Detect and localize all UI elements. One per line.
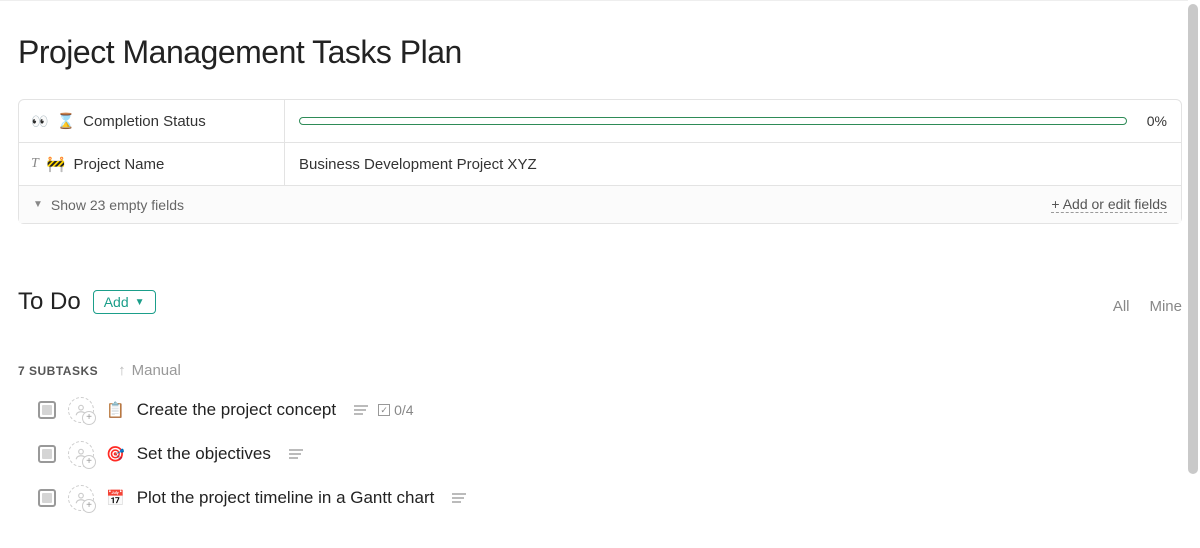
progress-bar: 0% xyxy=(299,113,1167,129)
caret-down-icon: ▼ xyxy=(33,199,43,210)
fields-footer: ▼ Show 23 empty fields + Add or edit fie… xyxy=(19,186,1181,223)
subtasks-header: 7 SUBTASKS ↑ Manual xyxy=(18,362,1182,379)
todo-section-left: To Do Add ▼ xyxy=(18,288,156,316)
assignee-avatar[interactable] xyxy=(68,485,94,511)
task-title: Set the objectives xyxy=(137,444,271,464)
sort-button[interactable]: ↑ Manual xyxy=(118,362,181,379)
task-meta-icons xyxy=(289,449,303,459)
person-icon xyxy=(74,491,88,505)
field-label-completion-status: 👀 ⌛ Completion Status xyxy=(19,100,285,142)
task-checkbox[interactable] xyxy=(38,445,56,463)
vertical-scrollbar[interactable] xyxy=(1188,4,1198,544)
task-emoji-icon: 📅 xyxy=(106,489,125,507)
eyes-icon: 👀 xyxy=(31,113,48,130)
top-divider xyxy=(0,0,1188,1)
fields-table: 👀 ⌛ Completion Status 0% T 🚧 Project Nam… xyxy=(18,99,1182,224)
assignee-avatar[interactable] xyxy=(68,441,94,467)
show-empty-fields-label: Show 23 empty fields xyxy=(51,197,184,213)
task-checkbox[interactable] xyxy=(38,401,56,419)
task-row[interactable]: 🎯 Set the objectives xyxy=(38,441,1182,467)
arrow-up-icon: ↑ xyxy=(118,362,126,379)
subtask-count-text: 0/4 xyxy=(394,402,413,418)
add-button[interactable]: Add ▼ xyxy=(93,290,156,314)
person-icon xyxy=(74,447,88,461)
subtask-count: ✓ 0/4 xyxy=(378,402,413,418)
add-edit-fields-label: + Add or edit fields xyxy=(1051,196,1167,212)
description-icon xyxy=(452,493,466,503)
task-row[interactable]: 📅 Plot the project timeline in a Gantt ch… xyxy=(38,485,1182,511)
subtasks-count: 7 SUBTASKS xyxy=(18,364,98,378)
field-label-project-name: T 🚧 Project Name xyxy=(19,143,285,185)
description-icon xyxy=(289,449,303,459)
field-row-completion-status[interactable]: 👀 ⌛ Completion Status 0% xyxy=(19,100,1181,143)
barrier-icon: 🚧 xyxy=(47,155,66,173)
task-emoji-icon: 📋 xyxy=(106,401,125,419)
assignee-avatar[interactable] xyxy=(68,397,94,423)
task-emoji-icon: 🎯 xyxy=(106,445,125,463)
description-icon xyxy=(354,405,368,415)
text-type-icon: T xyxy=(31,156,39,172)
sort-label: Manual xyxy=(132,362,181,379)
progress-track xyxy=(299,117,1127,125)
todo-title: To Do xyxy=(18,288,81,316)
progress-percent: 0% xyxy=(1137,113,1167,129)
task-checkbox[interactable] xyxy=(38,489,56,507)
checkbox-icon: ✓ xyxy=(378,404,390,416)
project-name-value: Business Development Project XYZ xyxy=(299,156,537,173)
show-empty-fields-button[interactable]: ▼ Show 23 empty fields xyxy=(33,197,184,213)
page-title: Project Management Tasks Plan xyxy=(18,34,1182,71)
task-title: Create the project concept xyxy=(137,400,336,420)
caret-down-icon: ▼ xyxy=(135,297,145,308)
field-row-project-name[interactable]: T 🚧 Project Name Business Development Pr… xyxy=(19,143,1181,186)
task-row[interactable]: 📋 Create the project concept ✓ 0/4 xyxy=(38,397,1182,423)
todo-filters: All Mine xyxy=(1113,298,1182,315)
filter-all[interactable]: All xyxy=(1113,298,1130,315)
page-container: Project Management Tasks Plan 👀 ⌛ Comple… xyxy=(0,34,1200,511)
field-label-text: Completion Status xyxy=(83,113,206,130)
todo-section-header: To Do Add ▼ All Mine xyxy=(18,288,1182,316)
task-list: 📋 Create the project concept ✓ 0/4 🎯 Set the … xyxy=(18,397,1182,511)
field-value-project-name[interactable]: Business Development Project XYZ xyxy=(285,143,1181,185)
add-button-label: Add xyxy=(104,294,129,310)
add-edit-fields-button[interactable]: + Add or edit fields xyxy=(1051,196,1167,213)
scrollbar-thumb[interactable] xyxy=(1188,4,1198,474)
person-icon xyxy=(74,403,88,417)
filter-mine[interactable]: Mine xyxy=(1149,298,1182,315)
hourglass-icon: ⌛ xyxy=(56,112,75,130)
task-title: Plot the project timeline in a Gantt cha… xyxy=(137,488,435,508)
field-label-text: Project Name xyxy=(73,156,164,173)
task-meta-icons xyxy=(452,493,466,503)
field-value-completion-status: 0% xyxy=(285,100,1181,142)
task-meta-icons: ✓ 0/4 xyxy=(354,402,413,418)
